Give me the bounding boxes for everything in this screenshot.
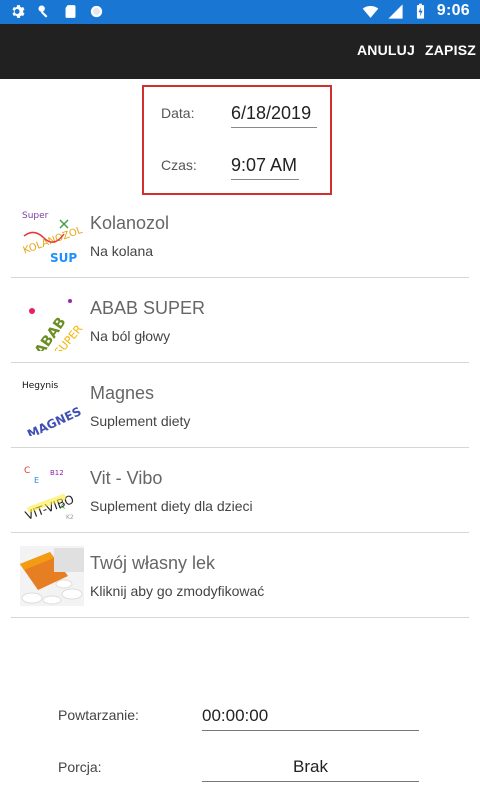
thumb-text: SUP [50,251,77,265]
kolanozol-drawing: Super KOLANOZOL SUP [22,211,84,265]
thumb-text: B12 [50,469,64,477]
medicine-description: Suplement diety dla dzieci [90,498,253,514]
thumb-text: A [60,503,65,511]
medicine-item-kolanozol[interactable]: Super KOLANOZOL SUP Kolanozol Na kolana [11,193,469,278]
thumb-text: E [34,476,39,485]
date-picker[interactable]: 6/18/2019 [231,103,317,128]
thumb-text: MAGNES [25,404,83,436]
medicine-description: Na ból głowy [90,328,171,344]
sync-icon [90,5,103,18]
medicine-name: Vit - Vibo [90,468,163,488]
medicine-description: Kliknij aby go zmodyfikować [90,583,265,599]
repeat-label: Powtarzanie: [58,707,139,723]
pill-bottle-photo [20,546,84,606]
medicine-thumbnail: C E B12 VIT-VIBO A K2 [20,461,84,521]
medicine-name: Kolanozol [90,213,170,233]
medicine-item-magnes[interactable]: Hegynis MAGNES Magnes Suplement diety [11,363,469,448]
battery-icon [416,3,424,19]
datetime-panel: Data: 6/18/2019 Czas: 9:07 AM [142,85,332,195]
abab-super-drawing: ABAB SUPER [29,299,84,351]
magnes-drawing: Hegynis MAGNES [22,381,84,436]
portion-field[interactable]: Brak [202,757,419,782]
cancel-button[interactable]: ANULUJ [357,42,415,58]
date-label: Data: [161,105,195,121]
medicine-item-vit-vibo[interactable]: C E B12 VIT-VIBO A K2 Vit - Vibo Supleme… [11,448,469,533]
medicine-name: ABAB SUPER [90,298,206,318]
action-bar: ANULUJ ZAPISZ [0,24,480,79]
thumb-text: Super [22,211,49,221]
time-picker[interactable]: 9:07 AM [231,155,299,180]
thumb-text: C [24,466,30,476]
medicine-name: Magnes [90,383,155,403]
medicine-thumbnail: Hegynis MAGNES [20,376,84,436]
medicine-item-custom[interactable]: Twój własny lek Kliknij aby go zmodyfiko… [11,533,469,618]
medicine-description: Suplement diety [90,413,191,429]
medicine-name: Twój własny lek [90,553,216,573]
key-icon [38,5,48,18]
portion-label: Porcja: [58,759,102,775]
wifi-icon [362,5,379,18]
status-bar-right-icons: 9:06 [362,2,470,20]
thumb-text: K2 [66,514,74,521]
status-bar: 9:06 [0,0,480,24]
signal-icon [388,3,403,19]
time-label: Czas: [161,157,197,173]
save-button[interactable]: ZAPISZ [425,42,476,58]
medicine-description: Na kolana [90,243,154,259]
medicine-list: Super KOLANOZOL SUP Kolanozol Na kolana … [11,193,469,618]
medicine-item-abab-super[interactable]: ABAB SUPER ABAB SUPER Na ból głowy [11,278,469,363]
settings-icon [12,5,25,18]
medicine-thumbnail: Super KOLANOZOL SUP [20,206,84,266]
status-bar-time: 9:06 [436,2,470,19]
medicine-thumbnail: ABAB SUPER [20,291,84,351]
pills-icon [20,546,84,606]
vit-vibo-drawing: C E B12 VIT-VIBO A K2 [23,466,76,521]
thumb-text: Hegynis [22,381,59,391]
repeat-field[interactable]: 00:00:00 [202,706,419,731]
status-bar-left-icons [10,3,105,20]
sd-card-icon [65,5,76,18]
